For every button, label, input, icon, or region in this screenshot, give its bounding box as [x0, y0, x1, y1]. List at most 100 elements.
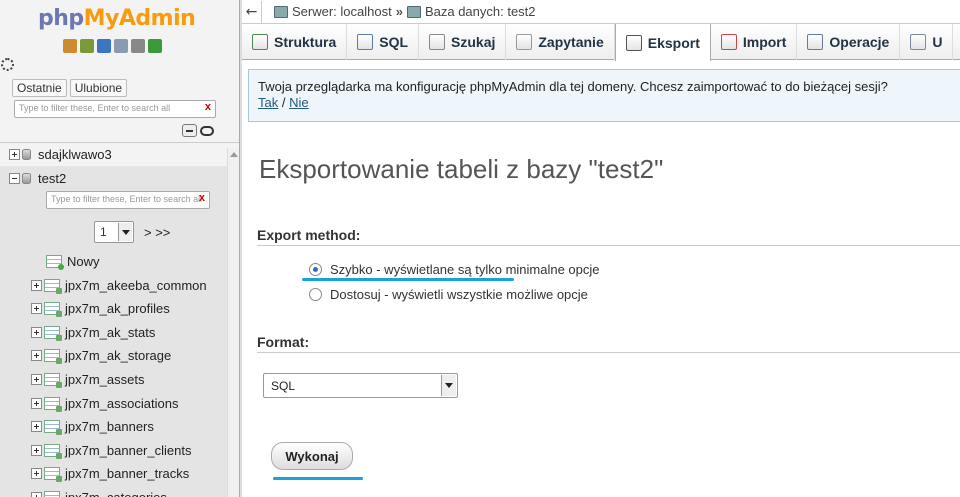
table-item[interactable]: jpx7m_akeeba_common — [31, 275, 207, 295]
page-select[interactable]: 1 — [94, 221, 134, 243]
expand-icon[interactable] — [31, 444, 42, 456]
table-icon[interactable] — [44, 325, 62, 341]
notice-no-link[interactable]: Nie — [289, 95, 309, 110]
table-item[interactable]: jpx7m_assets — [31, 369, 144, 389]
back-arrow-icon: ← — [245, 3, 258, 20]
expand-icon[interactable] — [31, 397, 42, 409]
new-table-icon — [46, 254, 64, 270]
tab-export[interactable]: Eksport — [614, 24, 711, 61]
table-name[interactable]: jpx7m_akeeba_common — [65, 278, 207, 293]
table-item[interactable]: jpx7m_associations — [31, 393, 178, 413]
tab-privileges[interactable]: U — [900, 24, 954, 60]
tab-structure[interactable]: Struktura — [242, 24, 348, 60]
collapse-icon[interactable] — [9, 172, 20, 184]
expand-icon[interactable] — [31, 279, 42, 291]
table-icon[interactable] — [44, 420, 62, 436]
table-icon[interactable] — [44, 396, 62, 412]
expand-icon[interactable] — [31, 373, 42, 385]
table-item[interactable]: jpx7m_ak_stats — [31, 322, 155, 342]
custom-export-radio[interactable] — [309, 288, 322, 301]
table-item[interactable]: jpx7m_banner_tracks — [31, 464, 189, 484]
custom-export-label[interactable]: Dostosuj - wyświetli wszystkie możliwe o… — [330, 287, 588, 302]
database-item-active[interactable]: test2 — [9, 168, 66, 188]
table-name[interactable]: jpx7m_ak_storage — [65, 348, 171, 363]
table-item[interactable]: jpx7m_banner_clients — [31, 440, 191, 460]
format-select[interactable]: SQL — [263, 373, 458, 398]
chevron-down-icon[interactable] — [118, 223, 132, 241]
page-select-value: 1 — [100, 225, 107, 239]
settings-icon[interactable] — [131, 39, 145, 53]
next-page-link[interactable]: > >> — [144, 225, 170, 240]
custom-export-option[interactable]: Dostosuj - wyświetli wszystkie możliwe o… — [309, 287, 588, 302]
panel-resizer[interactable] — [240, 0, 242, 497]
tab-sql[interactable]: SQL — [347, 24, 420, 60]
database-name[interactable]: sdajklwawo3 — [38, 147, 112, 162]
new-table-item[interactable]: Nowy — [46, 251, 100, 271]
expand-icon[interactable] — [31, 350, 42, 362]
database-icon — [22, 148, 31, 160]
expand-icon[interactable] — [31, 421, 42, 433]
table-item[interactable]: jpx7m_ak_profiles — [31, 299, 170, 319]
reload-icon[interactable] — [148, 39, 162, 53]
table-name[interactable]: jpx7m_categories — [65, 490, 167, 497]
table-filter-input[interactable]: Type to filter these, Enter to search al… — [46, 191, 210, 209]
logout-icon[interactable] — [80, 39, 94, 53]
phpmyadmin-logo[interactable]: phpMyAdmin — [38, 6, 196, 31]
chevron-down-icon[interactable] — [441, 375, 456, 396]
recent-tab[interactable]: Ostatnie — [12, 79, 67, 97]
recent-favorites-tabs: Ostatnie Ulubione — [12, 79, 128, 97]
table-name[interactable]: jpx7m_banner_clients — [65, 443, 191, 458]
quick-export-radio[interactable] — [309, 263, 322, 276]
go-button[interactable]: Wykonaj — [271, 442, 353, 470]
database-item[interactable]: sdajklwawo3 — [9, 144, 112, 164]
database-name[interactable]: test2 — [38, 171, 66, 186]
table-icon[interactable] — [44, 349, 62, 365]
nav-scrollbar[interactable] — [227, 148, 239, 497]
tab-label: SQL — [379, 34, 409, 50]
link-with-main-icon[interactable] — [200, 126, 214, 136]
tab-query[interactable]: Zapytanie — [506, 24, 615, 60]
collapse-nav-button[interactable]: ← — [242, 0, 262, 23]
help-icon[interactable] — [97, 39, 111, 53]
favorites-tab[interactable]: Ulubione — [69, 79, 128, 97]
tab-search[interactable]: Szukaj — [419, 24, 507, 60]
table-name[interactable]: jpx7m_ak_stats — [65, 325, 155, 340]
expand-icon[interactable] — [31, 326, 42, 338]
table-icon[interactable] — [44, 372, 62, 388]
tab-operations[interactable]: Operacje — [797, 24, 901, 60]
table-icon[interactable] — [44, 302, 62, 318]
quick-export-label[interactable]: Szybko - wyświetlane są tylko minimalne … — [330, 262, 600, 277]
table-icon[interactable] — [44, 490, 60, 497]
table-item[interactable]: jpx7m_ak_storage — [31, 346, 171, 366]
table-icon[interactable] — [44, 278, 62, 294]
collapse-all-icon[interactable] — [182, 124, 197, 137]
expand-icon[interactable] — [9, 148, 20, 160]
scroll-up-icon[interactable] — [230, 152, 238, 157]
home-icon[interactable] — [63, 39, 77, 53]
table-pager: 1 > >> — [94, 221, 170, 243]
expand-icon[interactable] — [31, 303, 42, 315]
table-item[interactable]: jpx7m_categories — [31, 487, 167, 497]
clear-filter-button[interactable]: x — [205, 101, 211, 113]
table-item[interactable]: jpx7m_banners — [31, 417, 154, 437]
table-icon[interactable] — [44, 467, 62, 483]
expand-icon[interactable] — [31, 491, 42, 497]
notice-yes-link[interactable]: Tak — [258, 95, 278, 110]
tab-import[interactable]: Import — [711, 24, 798, 60]
breadcrumb-database-link[interactable]: Baza danych: test2 — [425, 4, 536, 19]
table-name[interactable]: jpx7m_banners — [65, 419, 154, 434]
table-name[interactable]: jpx7m_assets — [65, 372, 144, 387]
table-name[interactable]: jpx7m_banner_tracks — [65, 466, 189, 481]
database-filter-input[interactable]: Type to filter these, Enter to search al… — [14, 100, 216, 118]
docs-icon[interactable] — [114, 39, 128, 53]
table-icon[interactable] — [44, 443, 62, 459]
table-name[interactable]: jpx7m_ak_profiles — [65, 301, 170, 316]
clear-table-filter-button[interactable]: x — [199, 192, 205, 204]
sql-icon — [357, 34, 374, 50]
expand-icon[interactable] — [31, 468, 42, 480]
format-select-value: SQL — [271, 379, 296, 393]
table-name[interactable]: jpx7m_associations — [65, 396, 178, 411]
quick-export-option[interactable]: Szybko - wyświetlane są tylko minimalne … — [309, 262, 600, 277]
breadcrumb-server-link[interactable]: Serwer: localhost — [292, 4, 392, 19]
new-table-label[interactable]: Nowy — [67, 254, 100, 269]
